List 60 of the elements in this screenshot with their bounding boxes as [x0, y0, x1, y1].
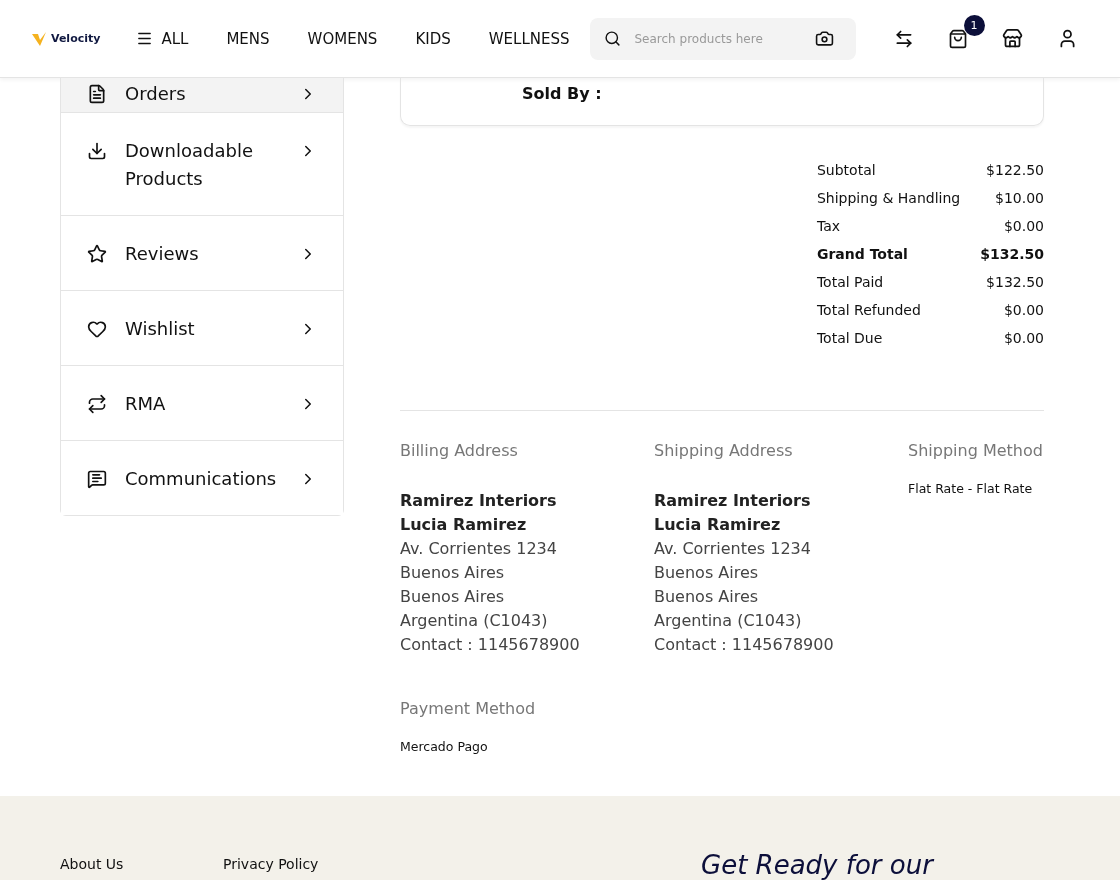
company-name: Ramirez Interiors [400, 490, 558, 512]
section-title: Shipping Method [908, 440, 1044, 462]
total-label: Total Due [816, 329, 884, 348]
total-value: $0.00 [1002, 301, 1044, 320]
total-value: $0.00 [1002, 329, 1044, 348]
total-value: $0.00 [1002, 217, 1044, 236]
total-value: $132.50 [980, 245, 1044, 264]
address-line: Buenos Aires [400, 562, 506, 584]
sold-by-label: Sold By : [522, 84, 602, 103]
footer-link[interactable]: Privacy Policy [223, 856, 386, 872]
section-title: Shipping Address [654, 440, 794, 462]
logo-icon [32, 31, 48, 46]
total-label: Grand Total [816, 245, 909, 264]
menu-button[interactable]: ALL [136, 29, 189, 48]
total-value: $10.00 [994, 189, 1044, 208]
swap-icon [87, 394, 107, 414]
menu-icon [136, 30, 154, 47]
shipping-method-value: Flat Rate - Flat Rate [908, 480, 1034, 498]
nav-link[interactable]: WOMENS [307, 29, 378, 48]
footer-link[interactable]: About Us [60, 856, 223, 872]
total-label: Total Refunded [816, 301, 922, 320]
search-input[interactable]: Search products here [632, 30, 803, 47]
address-line: Contact : 1145678900 [400, 634, 581, 656]
address-line: Contact : 1145678900 [654, 634, 835, 656]
total-label: Shipping & Handling [816, 189, 961, 208]
address-line: Av. Corrientes 1234 [654, 538, 812, 560]
footer-headline: Get Ready for our [701, 852, 933, 878]
document-icon [87, 84, 107, 104]
store-icon[interactable] [1001, 28, 1023, 49]
address-line: Av. Corrientes 1234 [400, 538, 558, 560]
section-title: Billing Address [400, 440, 519, 462]
cart-count-badge: 1 [963, 14, 985, 36]
heart-icon [87, 319, 107, 339]
total-label: Subtotal [816, 161, 877, 180]
person-name: Lucia Ramirez [400, 514, 528, 536]
address-line: Argentina (C1043) [654, 610, 803, 632]
search-field[interactable]: Search products here [589, 17, 856, 60]
sidebar-item[interactable]: Orders [61, 78, 343, 113]
address-line: Argentina (C1043) [400, 610, 549, 632]
download-icon [87, 141, 107, 161]
chat-icon [87, 469, 107, 489]
payment-method-value: Mercado Pago [400, 738, 489, 756]
camera-icon[interactable] [814, 29, 834, 48]
search-icon [603, 30, 621, 47]
nav-link[interactable]: WELLNESS [488, 29, 570, 48]
company-name: Ramirez Interiors [654, 490, 812, 512]
total-value: $122.50 [985, 161, 1044, 180]
total-value: $132.50 [985, 273, 1044, 292]
star-icon [87, 244, 107, 264]
total-label: Total Paid [816, 273, 885, 292]
nav-link[interactable]: KIDS [415, 29, 451, 48]
total-label: Tax [816, 217, 842, 236]
bag-icon[interactable] [947, 28, 968, 49]
nav-link[interactable]: MENS [226, 29, 270, 48]
section-title: Payment Method [400, 698, 537, 720]
address-line: Buenos Aires [400, 586, 506, 608]
address-line: Buenos Aires [654, 586, 760, 608]
address-line: Buenos Aires [654, 562, 760, 584]
logo[interactable]: Velocity [32, 31, 101, 46]
person-name: Lucia Ramirez [654, 514, 782, 536]
